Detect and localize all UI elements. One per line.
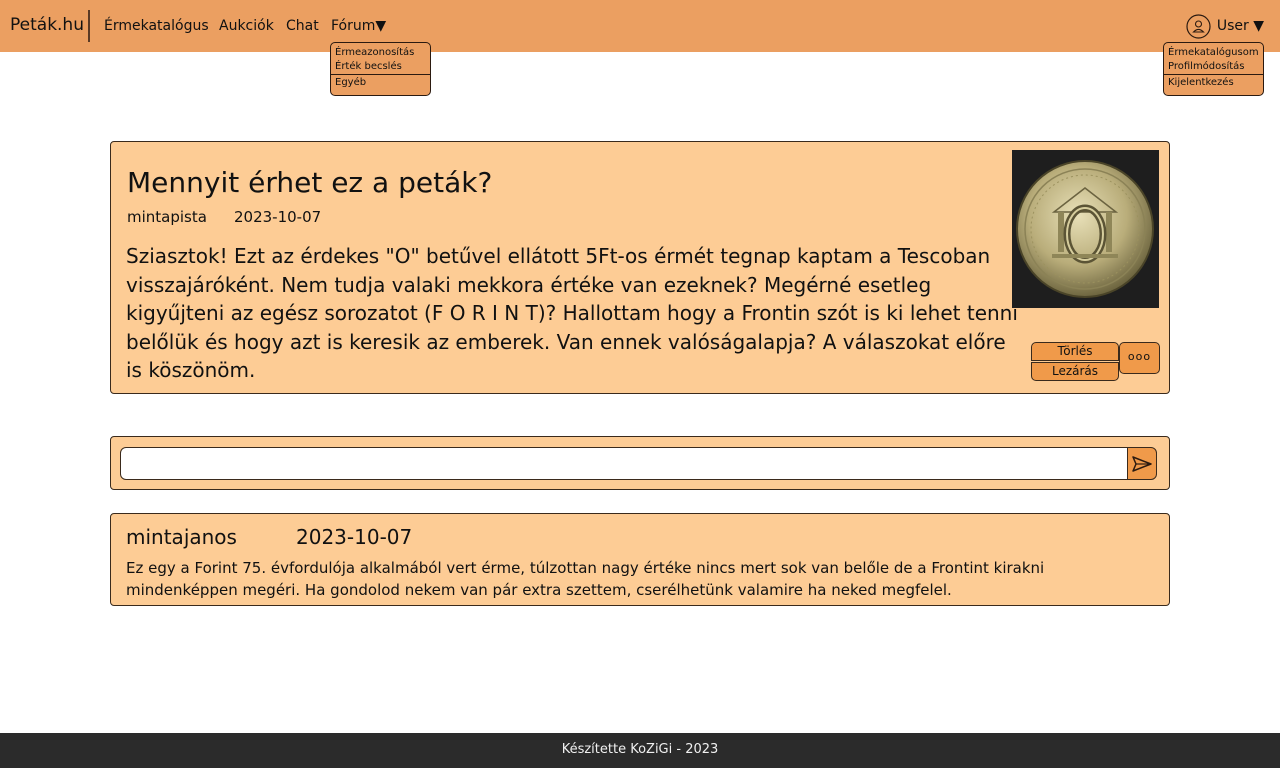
top-navbar: Peták.hu Érmekatalógus Aukciók Chat Fóru… (0, 0, 1280, 52)
forum-dropdown-group: Érmeazonosítás Érték becslés (331, 43, 430, 75)
comment-date: 2023-10-07 (296, 525, 413, 549)
comment-body: Ez egy a Forint 75. évfordulója alkalmáb… (126, 559, 1045, 599)
delete-post-button[interactable]: Törlés (1031, 342, 1119, 361)
forum-menu-item-other[interactable]: Egyéb (331, 76, 430, 90)
comment-card: mintajanos 2023-10-07 Ez egy a Forint 75… (110, 513, 1170, 606)
user-avatar-icon (1186, 13, 1211, 39)
forum-dropdown-menu: Érmeazonosítás Érték becslés Egyéb (330, 42, 431, 96)
user-menu-item-my-catalog[interactable]: Érmekatalógusom (1164, 46, 1263, 60)
more-options-button[interactable]: ooo (1119, 342, 1160, 374)
reply-form-card (110, 436, 1170, 490)
post-date: 2023-10-07 (234, 208, 322, 226)
user-menu-item-logout[interactable]: Kijelentkezés (1164, 76, 1263, 90)
post-title: Mennyit érhet ez a peták? (127, 166, 493, 199)
nav-link-auctions[interactable]: Aukciók (219, 18, 274, 34)
close-post-button[interactable]: Lezárás (1031, 362, 1119, 381)
forum-menu-item-identification[interactable]: Érmeazonosítás (331, 46, 430, 60)
nav-link-chat[interactable]: Chat (286, 18, 319, 34)
page-footer: Készítette KoZiGi - 2023 (0, 733, 1280, 768)
forum-post-card: Mennyit érhet ez a peták? mintapista 202… (110, 141, 1170, 394)
send-arrow-icon (1132, 455, 1152, 472)
coin-graphic (1012, 150, 1159, 308)
user-menu-item-edit-profile[interactable]: Profilmódosítás (1164, 60, 1263, 74)
nav-link-forum[interactable]: Fórum▼ (331, 18, 386, 34)
post-body: Sziasztok! Ezt az érdekes "O" betűvel el… (126, 244, 1018, 382)
post-author[interactable]: mintapista (127, 208, 207, 226)
user-dropdown-group-logout: Kijelentkezés (1164, 75, 1263, 91)
send-reply-button[interactable] (1127, 447, 1157, 480)
coin-photo[interactable] (1012, 150, 1159, 308)
forum-dropdown-group-other: Egyéb (331, 75, 430, 91)
brand-divider (88, 10, 90, 42)
nav-link-catalog[interactable]: Érmekatalógus (104, 18, 209, 34)
reply-input[interactable] (120, 447, 1129, 480)
forum-menu-item-valuation[interactable]: Érték becslés (331, 60, 430, 74)
footer-credit: Készítette KoZiGi - 2023 (561, 742, 719, 757)
user-dropdown-menu: Érmekatalógusom Profilmódosítás Kijelent… (1163, 42, 1264, 96)
brand-logo-link[interactable]: Peták.hu (10, 15, 84, 35)
user-menu-label: User ▼ (1216, 18, 1264, 34)
user-dropdown-group: Érmekatalógusom Profilmódosítás (1164, 43, 1263, 75)
comment-author[interactable]: mintajanos (126, 525, 237, 549)
user-menu-toggle[interactable]: User ▼ (1186, 13, 1264, 39)
